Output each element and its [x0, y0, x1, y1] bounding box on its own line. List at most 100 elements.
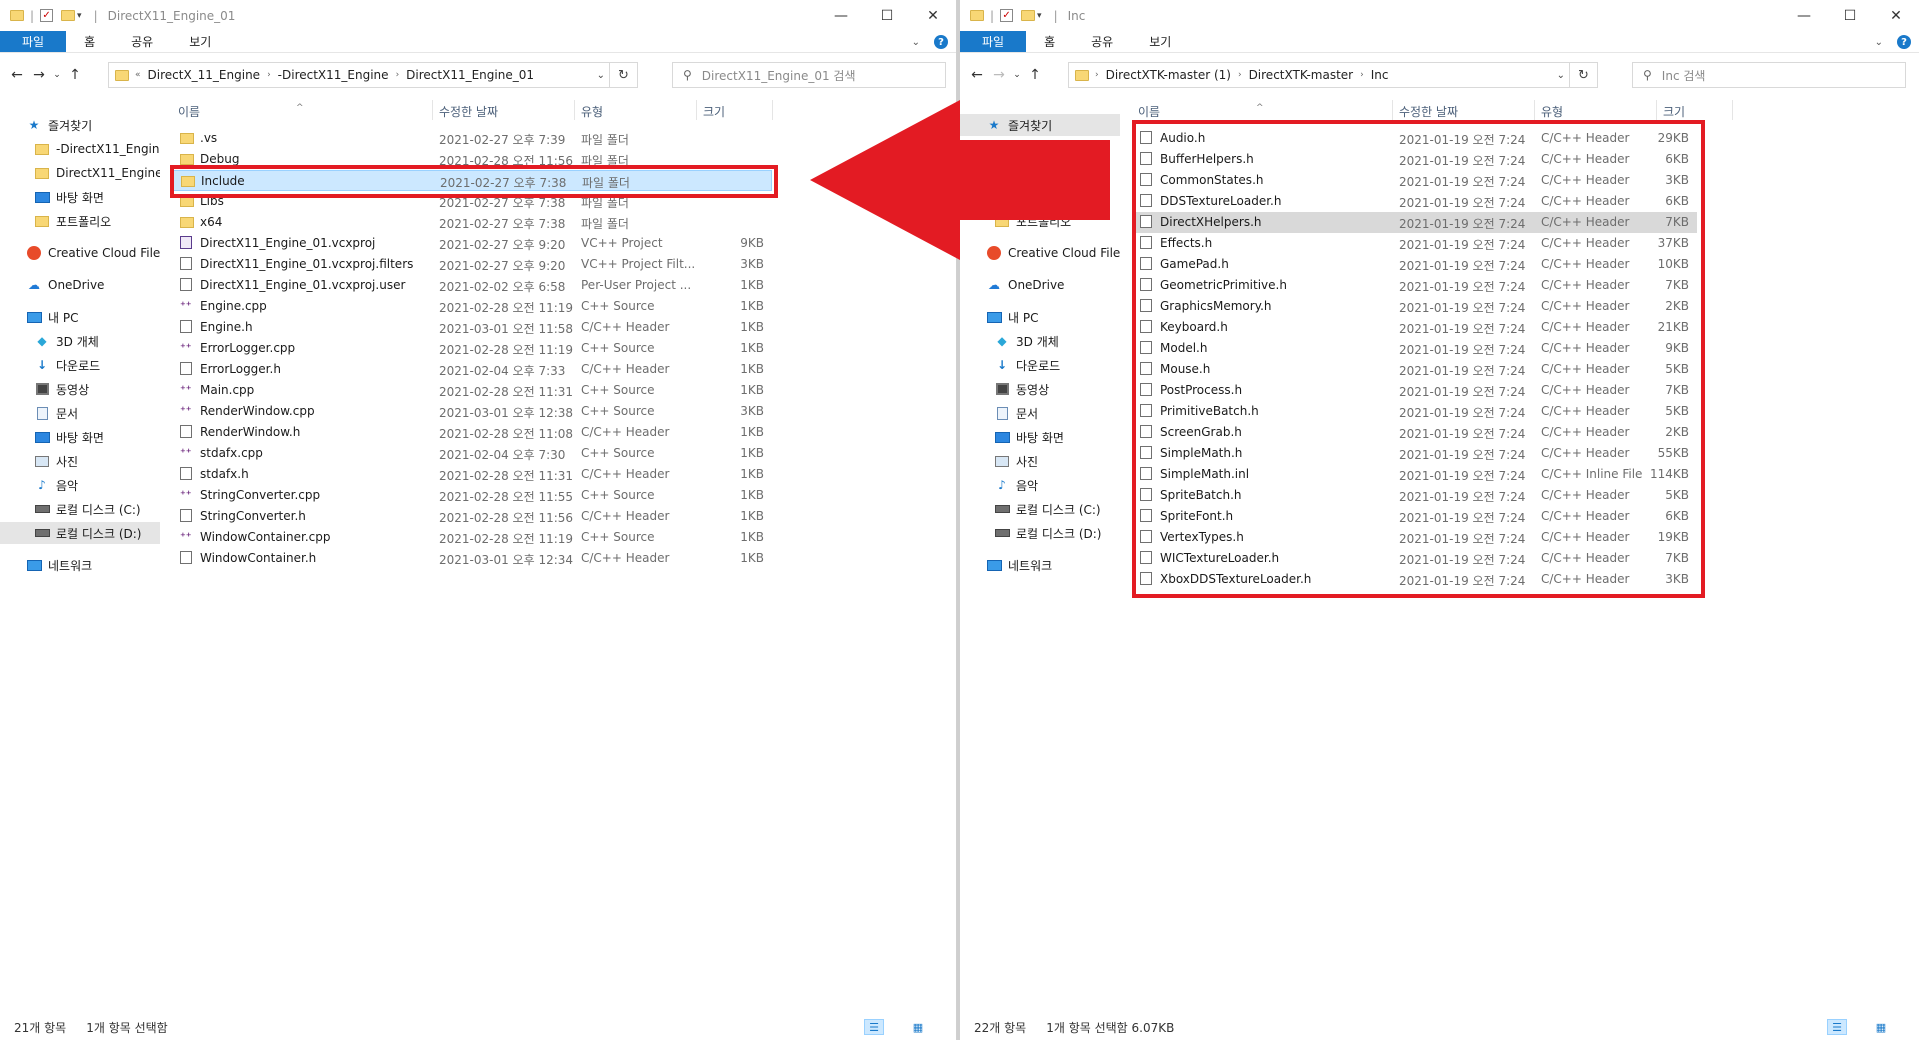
back-arrow-icon[interactable]: ← — [966, 67, 988, 83]
nav-drive-d[interactable]: 로컬 디스크 (D:) — [960, 522, 1120, 544]
file-row[interactable]: ErrorLogger.h 2021-02-04 오후 7:33 C/C++ Hea… — [172, 359, 772, 380]
file-row[interactable]: VertexTypes.h 2021-01-19 오전 7:24 C/C++ Hea… — [1132, 527, 1697, 548]
file-row[interactable]: DirectX11_Engine_01.vcxproj.user 2021-02-… — [172, 275, 772, 296]
file-row[interactable]: Engine.h 2021-03-01 오전 11:58 C/C++ Header 1… — [172, 317, 772, 338]
address-bar[interactable]: › DirectXTK-master (1) › DirectXTK-maste… — [1068, 62, 1598, 88]
recent-locations-icon[interactable]: ⌄ — [1010, 70, 1024, 80]
nav-folder[interactable]: 포트폴리오 — [960, 210, 1120, 232]
file-row[interactable]: SimpleMath.inl 2021-01-19 오전 7:24 C/C++ In… — [1132, 464, 1697, 485]
nav-quick-access[interactable]: ★ 즐겨찾기 — [960, 114, 1120, 136]
file-row[interactable]: ⁺⁺ StringConverter.cpp 2021-02-28 오전 11:55… — [172, 485, 772, 506]
new-folder-icon[interactable] — [61, 10, 76, 21]
nav-network[interactable]: 네트워크 — [0, 554, 160, 576]
new-folder-icon[interactable] — [1021, 10, 1036, 21]
nav-this-pc[interactable]: 내 PC — [960, 306, 1120, 328]
maximize-button[interactable]: ☐ — [864, 0, 910, 31]
nav-videos[interactable]: 동영상 — [960, 378, 1120, 400]
large-icons-view-icon[interactable]: ▦ — [908, 1019, 928, 1035]
up-arrow-icon[interactable]: ↑ — [1024, 67, 1046, 83]
details-view-icon[interactable]: ☰ — [1827, 1019, 1847, 1035]
forward-arrow-icon[interactable]: → — [28, 67, 50, 83]
nav-quick-access[interactable]: ★ 즐겨찾기 — [0, 114, 160, 136]
breadcrumb-item[interactable]: -DirectX11_Engine — [278, 68, 389, 82]
file-row[interactable]: SimpleMath.h 2021-01-19 오전 7:24 C/C++ Head… — [1132, 443, 1697, 464]
column-type[interactable]: 유형 — [1541, 103, 1563, 120]
tab-share[interactable]: 공유 — [113, 31, 171, 52]
column-name[interactable]: 이름 — [1138, 103, 1160, 120]
file-row[interactable]: XboxDDSTextureLoader.h 2021-01-19 오전 7:24… — [1132, 569, 1697, 590]
quick-access-dropdown-icon[interactable]: ▾ — [77, 11, 82, 21]
forward-arrow-icon[interactable]: → — [988, 67, 1010, 83]
search-input[interactable]: ⚲ Inc 검색 — [1632, 62, 1906, 88]
nav-downloads[interactable]: ↓ 다운로드 — [0, 354, 160, 376]
properties-icon[interactable]: ✓ — [1000, 9, 1014, 22]
refresh-icon[interactable]: ↻ — [609, 63, 637, 87]
recent-locations-icon[interactable]: ⌄ — [50, 70, 64, 80]
ribbon-expand-icon[interactable]: ⌄ — [1875, 37, 1883, 48]
file-row[interactable]: WindowContainer.h 2021-03-01 오후 12:34 C/C+… — [172, 548, 772, 569]
file-row[interactable]: SpriteFont.h 2021-01-19 오전 7:24 C/C++ Head… — [1132, 506, 1697, 527]
file-row[interactable]: DirectXHelpers.h 2021-01-19 오전 7:24 C/C++ … — [1132, 212, 1697, 233]
file-row[interactable]: ScreenGrab.h 2021-01-19 오전 7:24 C/C++ Head… — [1132, 422, 1697, 443]
file-row[interactable]: PrimitiveBatch.h 2021-01-19 오전 7:24 C/C++ … — [1132, 401, 1697, 422]
nav-network[interactable]: 네트워크 — [960, 554, 1120, 576]
file-row[interactable]: StringConverter.h 2021-02-28 오전 11:56 C/C+… — [172, 506, 772, 527]
breadcrumb-item[interactable]: DirectX_11_Engine — [148, 68, 261, 82]
nav-onedrive[interactable]: ☁ OneDrive — [0, 274, 160, 296]
tab-file[interactable]: 파일 — [960, 31, 1027, 52]
up-arrow-icon[interactable]: ↑ — [64, 67, 86, 83]
nav-drive-d[interactable]: 로컬 디스크 (D:) — [0, 522, 160, 544]
file-row[interactable]: CommonStates.h 2021-01-19 오전 7:24 C/C++ He… — [1132, 170, 1697, 191]
refresh-icon[interactable]: ↻ — [1569, 63, 1597, 87]
file-row[interactable]: Audio.h 2021-01-19 오전 7:24 C/C++ Header 29K… — [1132, 128, 1697, 149]
tab-view[interactable]: 보기 — [1131, 31, 1189, 52]
file-row[interactable]: ⁺⁺ Engine.cpp 2021-02-28 오전 11:19 C++ Sourc… — [172, 296, 772, 317]
nav-creative-cloud[interactable]: Creative Cloud Files — [960, 242, 1120, 264]
close-button[interactable]: ✕ — [910, 0, 956, 31]
nav-downloads[interactable]: ↓ 다운로드 — [960, 354, 1120, 376]
close-button[interactable]: ✕ — [1873, 0, 1919, 31]
nav-documents[interactable]: 문서 — [960, 402, 1120, 424]
breadcrumb-item[interactable]: DirectX11_Engine_01 — [406, 68, 534, 82]
tab-home[interactable]: 홈 — [1026, 31, 1073, 52]
nav-creative-cloud[interactable]: Creative Cloud Files — [0, 242, 160, 264]
column-type[interactable]: 유형 — [581, 103, 603, 120]
file-row[interactable]: Include 2021-02-27 오후 7:38 파일 폴더 — [172, 170, 772, 191]
tab-file[interactable]: 파일 — [0, 31, 67, 52]
file-row[interactable]: GamePad.h 2021-01-19 오전 7:24 C/C++ Header 1… — [1132, 254, 1697, 275]
column-date[interactable]: 수정한 날짜 — [439, 103, 498, 120]
nav-folder[interactable]: DirectX11_Engine_( — [0, 162, 160, 184]
file-row[interactable]: .vs 2021-02-27 오후 7:39 파일 폴더 — [172, 128, 772, 149]
column-size[interactable]: 크기 — [703, 103, 725, 120]
nav-folder[interactable]: 포트폴리오 — [0, 210, 160, 232]
nav-music[interactable]: ♪ 음악 — [0, 474, 160, 496]
breadcrumb-item[interactable]: DirectXTK-master (1) — [1106, 68, 1231, 82]
help-icon[interactable]: ? — [934, 35, 948, 49]
breadcrumb-item[interactable]: Inc — [1371, 68, 1389, 82]
file-row[interactable]: DirectX11_Engine_01.vcxproj.filters 2021-… — [172, 254, 772, 275]
file-row[interactable]: GeometricPrimitive.h 2021-01-19 오전 7:24 C/… — [1132, 275, 1697, 296]
back-arrow-icon[interactable]: ← — [6, 67, 28, 83]
tab-share[interactable]: 공유 — [1073, 31, 1131, 52]
file-row[interactable]: DirectX11_Engine_01.vcxproj 2021-02-27 오후… — [172, 233, 772, 254]
nav-drive-c[interactable]: 로컬 디스크 (C:) — [960, 498, 1120, 520]
file-row[interactable]: Debug 2021-02-28 오전 11:56 파일 폴더 — [172, 149, 772, 170]
ribbon-expand-icon[interactable]: ⌄ — [912, 37, 920, 48]
large-icons-view-icon[interactable]: ▦ — [1871, 1019, 1891, 1035]
file-row[interactable]: x64 2021-02-27 오후 7:38 파일 폴더 — [172, 212, 772, 233]
file-row[interactable]: ⁺⁺ RenderWindow.cpp 2021-03-01 오후 12:38 C++… — [172, 401, 772, 422]
maximize-button[interactable]: ☐ — [1827, 0, 1873, 31]
nav-this-pc[interactable]: 내 PC — [0, 306, 160, 328]
nav-documents[interactable]: 문서 — [0, 402, 160, 424]
file-row[interactable]: Effects.h 2021-01-19 오전 7:24 C/C++ Header 3… — [1132, 233, 1697, 254]
nav-desktop[interactable]: 바탕 화면 — [0, 186, 160, 208]
tab-home[interactable]: 홈 — [66, 31, 113, 52]
file-row[interactable]: Mouse.h 2021-01-19 오전 7:24 C/C++ Header 5KB — [1132, 359, 1697, 380]
column-name[interactable]: 이름 — [178, 103, 200, 120]
file-row[interactable]: RenderWindow.h 2021-02-28 오전 11:08 C/C++ H… — [172, 422, 772, 443]
address-dropdown-icon[interactable]: ⌄ — [597, 63, 605, 87]
quick-access-dropdown-icon[interactable]: ▾ — [1037, 11, 1042, 21]
properties-icon[interactable]: ✓ — [40, 9, 54, 22]
address-bar[interactable]: « DirectX_11_Engine › -DirectX11_Engine … — [108, 62, 638, 88]
column-size[interactable]: 크기 — [1663, 103, 1685, 120]
